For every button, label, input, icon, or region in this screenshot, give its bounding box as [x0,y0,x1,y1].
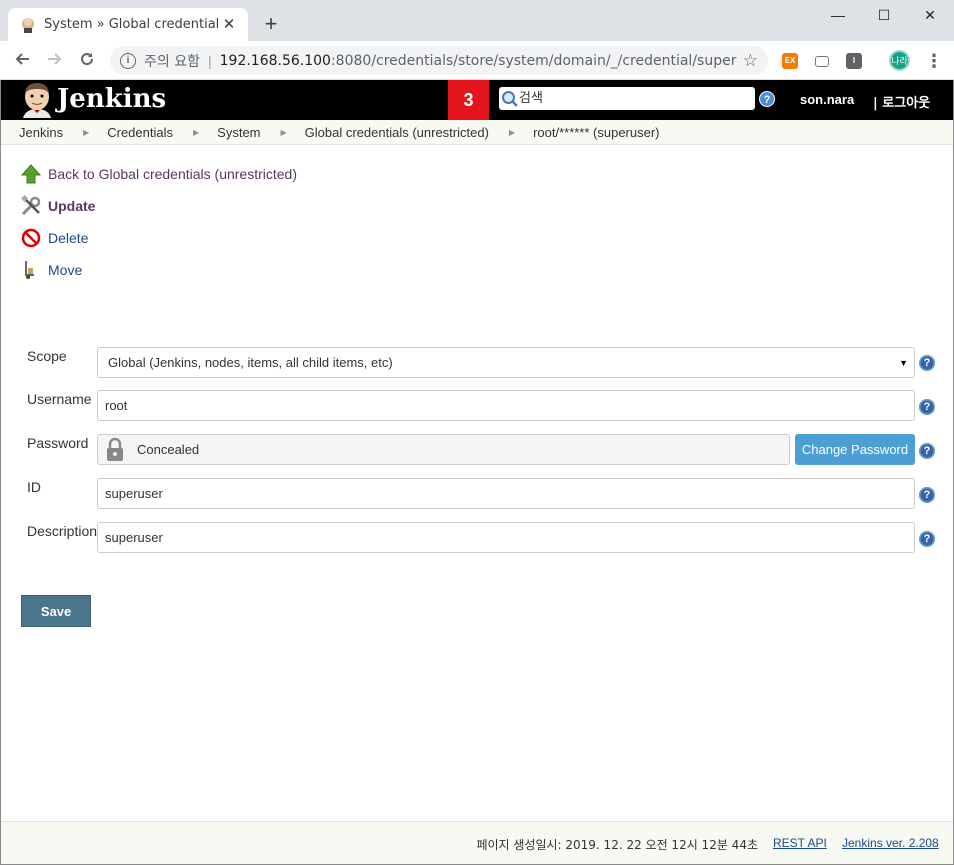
search-help-icon[interactable]: ? [759,91,775,107]
info-icon[interactable]: i [120,52,136,69]
tab-title: System » Global credentials (unr [44,17,220,32]
no-entry-icon [20,227,42,249]
id-help-icon[interactable]: ? [919,487,935,503]
notification-badge[interactable]: 3 [448,80,489,120]
forward-arrow-icon[interactable] [43,49,67,73]
breadcrumb-jenkins[interactable]: Jenkins [19,125,63,140]
id-label: ID [27,479,41,495]
dropdown-caret-icon: ▼ [899,357,908,368]
minimize-button[interactable]: — [815,4,861,26]
scope-label: Scope [27,348,67,364]
change-password-button[interactable]: Change Password [795,434,915,465]
logout-link[interactable]: | 로그아웃 [873,92,930,111]
reload-icon[interactable] [75,49,99,73]
bookmark-star-icon[interactable]: ☆ [743,51,758,71]
username-label: Username [27,391,92,407]
user-link[interactable]: son.nara [800,92,854,107]
page-footer: 페이지 생성일시: 2019. 12. 22 오전 12시 12분 44초 RE… [1,821,953,864]
scope-select[interactable]: Global (Jenkins, nodes, items, all child… [97,347,915,378]
description-help-icon[interactable]: ? [919,531,935,547]
search-icon [502,90,518,107]
jenkins-version-link[interactable]: Jenkins ver. 2.208 [842,836,939,850]
browser-menu-icon[interactable]: ⋮ [925,51,943,71]
username-input[interactable]: root [97,390,915,421]
url-path: :8080/credentials/store/system/domain/_/… [330,52,737,69]
address-bar[interactable]: i 주의 요함 | 192.168.56.100:8080/credential… [110,46,768,75]
breadcrumb-arrow-icon[interactable]: ▶ [509,128,515,137]
breadcrumb-global-credentials[interactable]: Global credentials (unrestricted) [305,125,489,140]
description-label: Description [27,523,98,539]
save-button[interactable]: Save [21,595,91,627]
task-update[interactable]: Update [20,195,95,217]
description-input[interactable]: superuser [97,522,915,553]
breadcrumb-credential[interactable]: root/****** (superuser) [533,125,659,140]
password-label: Password [27,435,89,451]
username-help-icon[interactable]: ? [919,399,935,415]
cast-icon[interactable] [815,56,829,67]
rest-api-link[interactable]: REST API [773,836,827,850]
extension-i-icon[interactable]: I [846,53,862,69]
breadcrumb-arrow-icon[interactable]: ▶ [193,128,199,137]
task-delete-label[interactable]: Delete [48,230,88,246]
up-arrow-icon [20,163,42,185]
browser-tabstrip: System » Global credentials (unr ✕ + — ☐… [0,0,954,41]
window-frame [0,80,954,865]
jenkins-title[interactable]: Jenkins [57,84,166,114]
breadcrumb-arrow-icon[interactable]: ▶ [281,128,287,137]
browser-toolbar: i 주의 요함 | 192.168.56.100:8080/credential… [0,41,954,80]
breadcrumb-arrow-icon[interactable]: ▶ [83,128,89,137]
omnibox-divider: | [207,52,212,69]
breadcrumb: Jenkins ▶ Credentials ▶ System ▶ Global … [1,120,953,145]
breadcrumb-system[interactable]: System [217,125,260,140]
tools-icon [20,195,42,217]
lock-icon [107,437,123,461]
page-generated-timestamp: 페이지 생성일시: 2019. 12. 22 오전 12시 12분 44초 [476,838,758,852]
search-box[interactable] [499,87,755,110]
task-move[interactable]: Move [20,259,82,281]
jenkins-butler-logo-icon[interactable] [19,82,55,118]
scope-value: Global (Jenkins, nodes, items, all child… [108,355,393,370]
extension-ex-icon[interactable]: EX [782,53,798,69]
url-text: 192.168.56.100:8080/credentials/store/sy… [220,53,737,69]
browser-tab[interactable]: System » Global credentials (unr ✕ [8,8,248,41]
security-warning: 주의 요함 [144,53,200,70]
profile-avatar[interactable]: 나라 [889,50,910,71]
back-arrow-icon[interactable] [10,49,34,73]
task-back[interactable]: Back to Global credentials (unrestricted… [20,163,297,185]
task-move-label[interactable]: Move [48,262,82,278]
breadcrumb-credentials[interactable]: Credentials [107,125,173,140]
password-help-icon[interactable]: ? [919,443,935,459]
password-concealed-field: Concealed [97,434,790,465]
maximize-button[interactable]: ☐ [861,4,907,26]
url-host: 192.168.56.100 [219,52,331,69]
search-input[interactable] [519,91,739,106]
id-input[interactable]: superuser [97,478,915,509]
task-back-label[interactable]: Back to Global credentials (unrestricted… [48,166,297,182]
hand-truck-icon [20,259,42,281]
description-value: superuser [105,530,163,545]
new-tab-button[interactable]: + [258,12,284,38]
task-delete[interactable]: Delete [20,227,88,249]
username-value: root [105,398,128,413]
scope-help-icon[interactable]: ? [919,355,935,371]
password-value: Concealed [137,442,200,457]
tab-close-icon[interactable]: ✕ [220,16,238,34]
id-value: superuser [105,486,163,501]
jenkins-favicon-icon [20,17,36,33]
window-close-button[interactable]: ✕ [907,4,953,26]
jenkins-header: Jenkins 3 ? son.nara | 로그아웃 [1,80,953,120]
task-update-label[interactable]: Update [48,198,95,214]
